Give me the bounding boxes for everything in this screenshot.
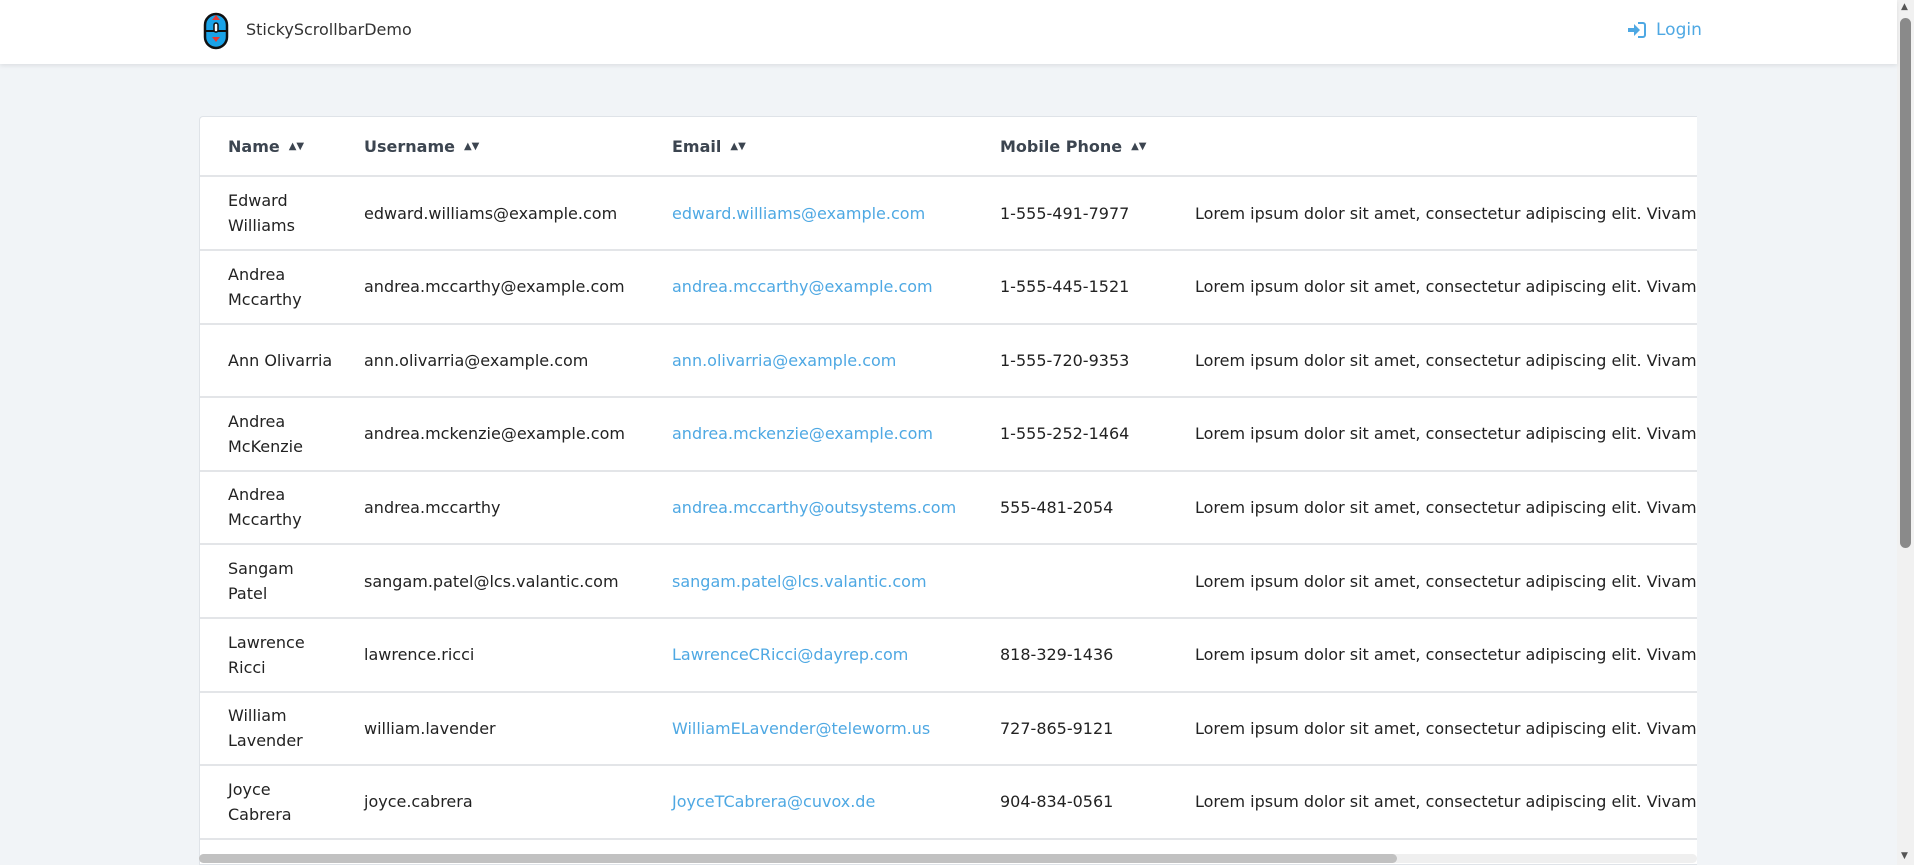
scroll-up-arrow-icon[interactable]: ▲ [1901,2,1908,12]
column-label: Name [228,136,280,156]
sort-icon: ▲▼ [463,140,480,152]
email-link[interactable]: andrea.mccarthy@outsystems.com [672,498,956,517]
table-row: Edward Williams edward.williams@example.… [200,177,1697,251]
username-cell: william.lavender [364,718,496,738]
name-cell: Sangam Patel [228,559,294,603]
email-link[interactable]: JoyceTCabrera@cuvox.de [672,792,875,811]
table-row: Andrea McKenzie andrea.mckenzie@example.… [200,398,1697,472]
table-row: Sangam Patel sangam.patel@lcs.valantic.c… [200,545,1697,619]
email-link[interactable]: ann.olivarria@example.com [672,351,896,370]
table-row: Lawrence Ricci lawrence.ricci LawrenceCR… [200,619,1697,693]
phone-cell: 555-481-2054 [1000,497,1114,517]
vertical-scrollbar-thumb[interactable] [1900,18,1911,548]
name-cell: Edward Williams [228,191,295,235]
users-table: Name ▲▼ Username ▲▼ Email ▲▼ Mobile Phone ▲▼… [199,116,1697,865]
notes-cell: Lorem ipsum dolor sit amet, consectetur … [1195,718,1697,738]
column-label: Username [364,136,455,156]
email-link[interactable]: andrea.mccarthy@example.com [672,277,933,296]
notes-cell: Lorem ipsum dolor sit amet, consectetur … [1195,203,1697,223]
name-cell: Lawrence Ricci [228,632,305,677]
table-row: Joyce Cabrera joyce.cabrera JoyceTCabrer… [200,766,1697,840]
sort-icon: ▲▼ [730,140,746,152]
top-navbar: StickyScrollbarDemo Login [0,0,1897,64]
email-link[interactable]: LawrenceCRicci@dayrep.com [672,645,908,664]
notes-cell: Lorem ipsum dolor sit amet, consectetur … [1195,792,1697,812]
column-label: Mobile Phone [1000,136,1123,156]
login-button[interactable]: Login [1628,20,1702,40]
horizontal-scrollbar-thumb[interactable] [199,854,1397,863]
column-header-username[interactable]: Username ▲▼ [364,117,479,175]
column-header-name[interactable]: Name ▲▼ [228,117,304,175]
name-cell: William Lavender [228,706,303,751]
name-cell: Joyce Cabrera [228,779,292,824]
phone-cell: 727-865-9121 [1000,718,1114,738]
sort-icon: ▲▼ [1131,140,1147,152]
column-header-mobile-phone[interactable]: Mobile Phone ▲▼ [1000,117,1147,175]
email-link[interactable]: WilliamELavender@teleworm.us [672,719,930,738]
username-cell: edward.williams@example.com [364,203,618,223]
phone-cell: 1-555-720-9353 [1000,350,1130,370]
name-cell: Andrea Mccarthy [228,485,302,530]
sort-icon: ▲▼ [288,140,305,152]
username-cell: andrea.mccarthy@example.com [364,277,625,297]
phone-cell: 1-555-252-1464 [1000,424,1130,444]
notes-cell: Lorem ipsum dolor sit amet, consectetur … [1195,350,1697,370]
notes-cell: Lorem ipsum dolor sit amet, consectetur … [1195,571,1697,591]
table-row: Ann Olivarria ann.olivarria@example.com … [200,324,1697,399]
phone-cell: 1-555-491-7977 [1000,203,1130,223]
email-link[interactable]: andrea.mckenzie@example.com [672,424,933,443]
app-logo-icon [203,12,229,50]
column-label: Email [672,136,722,156]
username-cell: ann.olivarria@example.com [364,350,589,370]
scroll-down-arrow-icon[interactable]: ▼ [1901,851,1908,861]
login-label: Login [1656,20,1702,40]
table-row: Andrea Mccarthy andrea.mccarthy@example.… [200,251,1697,325]
notes-cell: Lorem ipsum dolor sit amet, consectetur … [1195,497,1697,517]
table-row: William Lavender william.lavender Willia… [200,692,1697,767]
table-row: Andrea Mccarthy andrea.mccarthy andrea.m… [200,471,1697,546]
name-cell: Ann Olivarria [228,350,333,370]
username-cell: andrea.mckenzie@example.com [364,424,625,444]
phone-cell: 818-329-1436 [1000,645,1114,665]
vertical-scrollbar[interactable]: ▲ ▼ [1897,0,1914,865]
email-link[interactable]: sangam.patel@lcs.valantic.com [672,572,927,591]
notes-cell: Lorem ipsum dolor sit amet, consectetur … [1195,424,1697,444]
username-cell: andrea.mccarthy [364,497,501,517]
table-header-row: Name ▲▼ Username ▲▼ Email ▲▼ Mobile Phone ▲▼ [200,117,1697,177]
username-cell: sangam.patel@lcs.valantic.com [364,571,619,591]
horizontal-scrollbar[interactable] [199,854,1697,863]
app-title[interactable]: StickyScrollbarDemo [246,20,412,39]
name-cell: Andrea McKenzie [228,411,303,456]
email-link[interactable]: edward.williams@example.com [672,204,925,223]
sign-in-icon [1628,22,1646,38]
username-cell: lawrence.ricci [364,645,475,665]
column-header-email[interactable]: Email ▲▼ [672,117,746,175]
phone-cell: 904-834-0561 [1000,792,1114,812]
phone-cell: 1-555-445-1521 [1000,277,1130,297]
name-cell: Andrea Mccarthy [228,264,302,309]
notes-cell: Lorem ipsum dolor sit amet, consectetur … [1195,277,1697,297]
notes-cell: Lorem ipsum dolor sit amet, consectetur … [1195,645,1697,665]
username-cell: joyce.cabrera [364,792,473,812]
